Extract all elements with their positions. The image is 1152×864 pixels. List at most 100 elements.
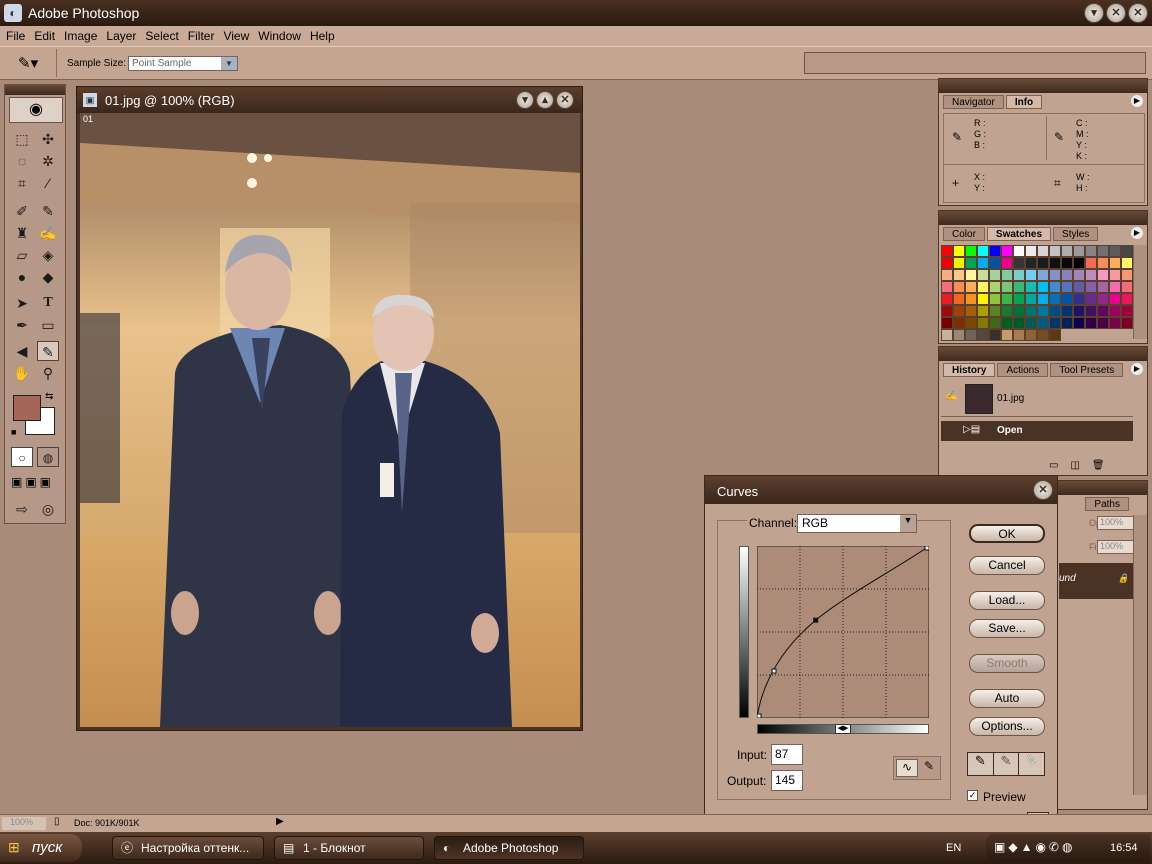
swatch[interactable] [1061,305,1073,317]
swatch[interactable] [1085,281,1097,293]
swatch[interactable] [1037,281,1049,293]
tab-history[interactable]: History [943,363,996,377]
swatch[interactable] [1121,245,1133,257]
swatch[interactable] [953,305,965,317]
swatch[interactable] [965,257,977,269]
history-brush-source-icon[interactable]: ✍ [945,391,957,402]
magic-wand-icon[interactable]: ✲ [37,151,59,171]
task-photoshop[interactable]: ◐ Adobe Photoshop [434,836,584,860]
tab-swatches[interactable]: Swatches [986,227,1052,241]
swatch[interactable] [1073,269,1085,281]
lasso-tool-icon[interactable]: ◌ [11,151,33,171]
menu-edit[interactable]: Edit [32,29,62,43]
swatch[interactable] [1025,245,1037,257]
brush-tool-icon[interactable]: ✎ [37,201,59,221]
curve-point-start[interactable] [757,713,762,718]
swatch[interactable] [1013,305,1025,317]
curves-title-bar[interactable]: Curves ✕ [705,476,1057,504]
swatch[interactable] [989,245,1001,257]
document-title-bar[interactable]: ▣ 01.jpg @ 100% (RGB) ▾ ▴ ✕ [77,87,582,113]
toolbox-header[interactable] [5,85,65,95]
curve-point-low[interactable] [771,668,777,674]
swatch[interactable] [1061,317,1073,329]
menu-help[interactable]: Help [308,29,342,43]
swatch[interactable] [965,305,977,317]
sample-size-select[interactable]: Point Sample ▼ [128,56,238,71]
swatch[interactable] [977,329,989,341]
black-point-eyedropper-icon[interactable]: ✎ [968,753,994,775]
swatch[interactable] [953,293,965,305]
swatch[interactable] [953,269,965,281]
swatch[interactable] [989,293,1001,305]
save-button[interactable]: Save... [969,619,1045,638]
swatch[interactable] [977,305,989,317]
swatch[interactable] [1109,269,1121,281]
swatch[interactable] [965,317,977,329]
menu-file[interactable]: File [4,29,32,43]
standard-mode-icon[interactable]: ○ [11,447,33,467]
ok-button[interactable]: OK [969,524,1045,543]
pencil-tool-icon[interactable]: ✎ [920,759,938,777]
marquee-tool-icon[interactable]: ⬚ [11,129,33,149]
swatch[interactable] [953,317,965,329]
swatch[interactable] [1109,245,1121,257]
curve-point-end[interactable] [924,546,929,551]
swatch[interactable] [941,245,953,257]
pen-tool-icon[interactable]: ✒ [11,315,33,335]
swatch[interactable] [1037,305,1049,317]
swatch[interactable] [941,293,953,305]
swatch[interactable] [1085,245,1097,257]
swatch[interactable] [941,305,953,317]
minimize-button[interactable]: ▾ [1084,3,1104,23]
swatch[interactable] [1049,293,1061,305]
restore-button[interactable]: ✕ [1106,3,1126,23]
swatch[interactable] [1121,305,1133,317]
crop-tool-icon[interactable]: ⌗ [11,173,33,193]
quick-mask-icon[interactable]: ◍ [37,447,59,467]
menu-filter[interactable]: Filter [186,29,222,43]
swatch[interactable] [989,329,1001,341]
swatch[interactable] [1001,329,1013,341]
menu-image[interactable]: Image [62,29,104,43]
swatch[interactable] [1025,317,1037,329]
photo-canvas[interactable]: 01 [80,113,580,727]
swatch[interactable] [1085,317,1097,329]
swatch[interactable] [1073,305,1085,317]
smooth-button[interactable]: Smooth [969,654,1045,673]
gradient-toggle-icon[interactable]: ◀▶ [835,724,851,734]
document-window[interactable]: ▣ 01.jpg @ 100% (RGB) ▾ ▴ ✕ 01 [76,86,583,731]
swatch[interactable] [965,329,977,341]
history-step[interactable]: ▷▤ Open [941,421,1133,441]
status-menu-arrow[interactable]: ▶ [276,816,284,827]
swatch[interactable] [1037,317,1049,329]
swatch[interactable] [1013,293,1025,305]
swatch[interactable] [1025,293,1037,305]
start-button[interactable]: ⊞ пуск [0,834,82,862]
swatch[interactable] [1061,281,1073,293]
swatch[interactable] [1013,269,1025,281]
swatch[interactable] [1097,245,1109,257]
eraser-tool-icon[interactable]: ▱ [11,245,33,265]
menu-layer[interactable]: Layer [104,29,143,43]
swatch[interactable] [965,281,977,293]
swatch[interactable] [1121,281,1133,293]
swatch[interactable] [953,245,965,257]
type-tool-icon[interactable]: T [37,293,59,313]
swatch[interactable] [1121,269,1133,281]
swatch[interactable] [965,293,977,305]
swatch[interactable] [1037,293,1049,305]
opacity-field[interactable]: 100% [1097,516,1135,530]
clone-stamp-icon[interactable]: ♜ [11,223,33,243]
history-panel-header[interactable] [939,347,1147,361]
swatch[interactable] [1109,305,1121,317]
swatch[interactable] [1061,293,1073,305]
info-panel-header[interactable] [939,79,1147,93]
swatch[interactable] [1073,245,1085,257]
swatch[interactable] [1025,305,1037,317]
move-tool-icon[interactable]: ✣ [37,129,59,149]
swatch[interactable] [989,317,1001,329]
swatch[interactable] [1049,305,1061,317]
adobe-online-icon[interactable]: ◉ [9,97,63,123]
swatch[interactable] [1049,281,1061,293]
swatch[interactable] [953,257,965,269]
